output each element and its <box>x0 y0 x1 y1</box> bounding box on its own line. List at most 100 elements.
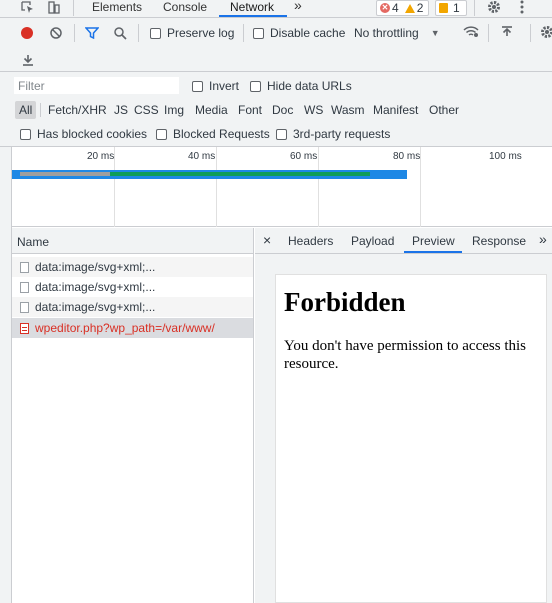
timeline-bar-download <box>110 172 370 176</box>
hide-data-urls-checkbox[interactable] <box>250 80 261 92</box>
blocked-requests-label: Blocked Requests <box>173 127 270 141</box>
issue-icon <box>439 3 448 13</box>
kebab-menu-icon[interactable] <box>514 0 530 14</box>
type-filter-other[interactable]: Other <box>425 101 463 119</box>
tab-preview[interactable]: Preview <box>412 234 455 248</box>
tick-label: 40 ms <box>188 151 216 162</box>
toolbar-divider <box>138 24 139 42</box>
request-name: data:image/svg+xml;... <box>35 300 156 314</box>
issues-badge[interactable]: 1 <box>435 0 467 16</box>
drawer-edge <box>0 147 12 603</box>
type-divider <box>40 103 41 117</box>
type-filter-img[interactable]: Img <box>160 101 188 119</box>
preview-document: Forbidden You don't have permission to a… <box>275 274 547 603</box>
record-stop-icon[interactable] <box>20 26 34 40</box>
disable-cache-option[interactable]: Disable cache <box>253 26 345 40</box>
has-blocked-cookies-checkbox[interactable] <box>20 128 31 140</box>
has-blocked-cookies-label: Has blocked cookies <box>37 127 148 141</box>
active-tab-indicator <box>219 15 287 17</box>
preserve-log-checkbox[interactable] <box>150 27 161 39</box>
request-name: data:image/svg+xml;... <box>35 280 156 294</box>
network-overview[interactable]: 20 ms 40 ms 60 ms 80 ms 100 ms <box>12 147 552 227</box>
request-name: wpeditor.php?wp_path=/var/www/ <box>35 321 215 335</box>
type-filter-js[interactable]: JS <box>110 101 132 119</box>
type-filter-manifest[interactable]: Manifest <box>369 101 422 119</box>
clear-icon[interactable] <box>49 26 63 40</box>
requests-table-header: Name <box>12 228 254 254</box>
close-details-button[interactable]: × <box>263 232 271 248</box>
more-tabs-button[interactable]: » <box>294 0 302 15</box>
type-filter-fetch-xhr[interactable]: Fetch/XHR <box>44 101 111 119</box>
tick-label: 60 ms <box>290 151 318 162</box>
filter-input[interactable] <box>14 77 179 94</box>
hide-data-urls-option[interactable]: Hide data URLs <box>250 79 352 93</box>
tab-elements[interactable]: Elements <box>92 0 142 17</box>
network-conditions-icon[interactable] <box>462 24 480 40</box>
network-toolbar: Preserve log Disable cache No throttling… <box>0 18 552 72</box>
toolbar-divider <box>243 24 244 42</box>
tick-label: 100 ms <box>489 151 522 162</box>
warning-count: 2 <box>416 1 424 15</box>
document-file-icon <box>20 322 29 334</box>
network-settings-gear-icon[interactable] <box>539 24 552 40</box>
tick-label: 20 ms <box>87 151 115 162</box>
type-filter-font[interactable]: Font <box>234 101 266 119</box>
third-party-option[interactable]: 3rd-party requests <box>276 127 390 141</box>
devtools-tabbar: Elements Console Network » ✕ 4 2 1 <box>0 0 552 18</box>
inspect-element-icon[interactable] <box>18 0 38 14</box>
type-filter-doc[interactable]: Doc <box>268 101 297 119</box>
tab-headers[interactable]: Headers <box>288 234 333 248</box>
search-icon[interactable] <box>112 26 128 40</box>
preview-message: You don't have permission to access this… <box>284 338 526 372</box>
invert-option[interactable]: Invert <box>192 79 239 93</box>
preserve-log-label: Preserve log <box>167 26 235 40</box>
blocked-requests-checkbox[interactable] <box>156 128 167 140</box>
type-filter-wasm[interactable]: Wasm <box>327 101 369 119</box>
tab-payload[interactable]: Payload <box>351 234 394 248</box>
issue-count: 1 <box>453 1 460 15</box>
chevron-down-icon: ▼ <box>430 28 440 38</box>
warning-icon <box>404 3 415 13</box>
tab-console[interactable]: Console <box>163 0 207 17</box>
table-row[interactable]: data:image/svg+xml;... <box>12 297 253 317</box>
settings-gear-icon[interactable] <box>484 0 504 14</box>
type-filter-css[interactable]: CSS <box>130 101 163 119</box>
table-row[interactable]: data:image/svg+xml;... <box>12 277 253 297</box>
disable-cache-label: Disable cache <box>270 26 346 40</box>
toolbar-divider <box>73 0 74 16</box>
toolbar-divider <box>474 0 475 16</box>
table-row[interactable]: data:image/svg+xml;... <box>12 257 253 277</box>
grid-line <box>318 147 319 227</box>
blocked-requests-option[interactable]: Blocked Requests <box>156 127 270 141</box>
issues-counter[interactable]: ✕ 4 2 <box>376 0 429 16</box>
request-name: data:image/svg+xml;... <box>35 260 156 274</box>
more-detail-tabs-button[interactable]: » <box>539 231 547 247</box>
toolbar-divider <box>74 24 75 42</box>
grid-line <box>216 147 217 227</box>
invert-checkbox[interactable] <box>192 80 203 92</box>
has-blocked-cookies-option[interactable]: Has blocked cookies <box>20 127 147 141</box>
preview-heading: Forbidden <box>284 287 406 317</box>
import-har-icon[interactable] <box>499 24 515 40</box>
export-har-icon[interactable] <box>20 52 36 68</box>
type-filter-all[interactable]: All <box>15 101 37 119</box>
third-party-checkbox[interactable] <box>276 128 287 140</box>
name-column-header[interactable]: Name <box>17 235 49 249</box>
tab-response[interactable]: Response <box>472 234 526 248</box>
requests-list: data:image/svg+xml;... data:image/svg+xm… <box>12 254 254 603</box>
timeline-bar-queue <box>20 172 110 176</box>
table-row-selected[interactable]: wpeditor.php?wp_path=/var/www/ <box>12 318 253 338</box>
type-filter-ws[interactable]: WS <box>300 101 327 119</box>
throttling-select[interactable]: No throttling ▼ <box>354 26 440 40</box>
error-count: 4 <box>392 1 399 15</box>
hide-data-urls-label: Hide data URLs <box>267 79 352 93</box>
preserve-log-option[interactable]: Preserve log <box>150 26 234 40</box>
filter-funnel-icon[interactable] <box>84 26 100 40</box>
tick-label: 80 ms <box>393 151 421 162</box>
active-detail-tab-indicator <box>404 251 462 253</box>
device-toolbar-icon[interactable] <box>44 0 64 14</box>
image-file-icon <box>20 261 29 273</box>
type-filter-media[interactable]: Media <box>191 101 232 119</box>
toolbar-divider <box>488 24 489 42</box>
disable-cache-checkbox[interactable] <box>253 27 264 39</box>
